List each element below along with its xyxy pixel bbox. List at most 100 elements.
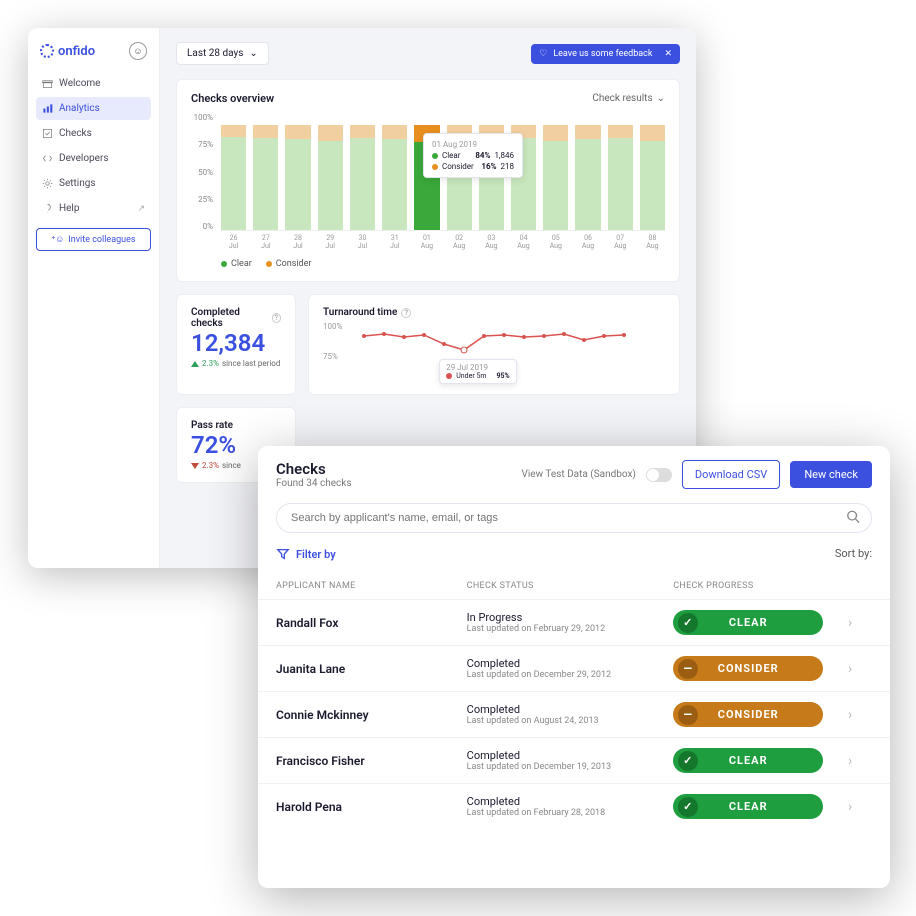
badge-label: CONSIDER (718, 708, 779, 721)
applicant-name: Randall Fox (276, 616, 467, 630)
x-tick: 31Jul (382, 233, 407, 253)
check-results-dropdown[interactable]: Check results ⌄ (592, 93, 665, 104)
feedback-label: Leave us some feedback (553, 49, 652, 59)
col-header-progress: CHECK PROGRESS (673, 581, 848, 591)
chart-y-axis: 100% 75% 50% 25% 0% (191, 113, 217, 231)
filter-button[interactable]: Filter by (276, 547, 336, 561)
chart-bar[interactable] (543, 113, 568, 230)
close-icon[interactable]: ✕ (664, 49, 672, 59)
table-row[interactable]: Francisco FisherCompletedLast updated on… (258, 737, 890, 783)
card-title: Turnaround time (323, 307, 397, 318)
x-tick: 29Jul (318, 233, 343, 253)
chart-bar[interactable] (382, 113, 407, 230)
progress-badge: ✓ CLEAR (673, 794, 823, 819)
status-updated: Last updated on February 29, 2012 (467, 624, 674, 634)
table-row[interactable]: Connie MckinneyCompletedLast updated on … (258, 691, 890, 737)
sort-dropdown[interactable]: Sort by: (835, 547, 872, 561)
tooltip-pct: 84% (475, 151, 490, 160)
invite-label: Invite colleagues (68, 235, 135, 245)
dot-icon (266, 261, 272, 267)
x-tick: 08Aug (640, 233, 665, 253)
sidebar-item-help[interactable]: Help ↗ (36, 197, 151, 220)
x-tick: 28Jul (285, 233, 310, 253)
status-updated: Last updated on December 19, 2013 (467, 762, 674, 772)
sidebar-item-welcome[interactable]: Welcome (36, 72, 151, 95)
status-text: Completed (467, 749, 674, 762)
table-row[interactable]: Juanita LaneCompletedLast updated on Dec… (258, 645, 890, 691)
spark-tooltip: 29 Jul 2019 Under 5m 95% (439, 359, 516, 384)
table-row[interactable]: Harold PenaCompletedLast updated on Febr… (258, 783, 890, 829)
sidebar-item-label: Settings (59, 178, 96, 189)
sidebar-item-label: Analytics (59, 103, 100, 114)
dot-icon (446, 373, 452, 379)
new-check-button[interactable]: New check (790, 461, 872, 488)
help-tooltip-icon[interactable]: ? (272, 313, 281, 323)
x-tick: 27Jul (253, 233, 278, 253)
brand-logo: onfido (40, 44, 95, 59)
chevron-down-icon: ⌄ (657, 93, 665, 104)
badge-label: CLEAR (729, 616, 768, 629)
chart-bar[interactable] (640, 113, 665, 230)
chart-bar[interactable] (285, 113, 310, 230)
sidebar-item-label: Checks (59, 128, 92, 139)
help-tooltip-icon[interactable]: ? (401, 308, 411, 318)
chart-bar[interactable] (318, 113, 343, 230)
chevron-down-icon: ⌄ (249, 48, 257, 59)
checks-list-window: Checks Found 34 checks View Test Data (S… (258, 446, 890, 888)
onfido-logo-icon (40, 44, 54, 58)
card-title: Pass rate (191, 420, 233, 431)
sandbox-toggle[interactable] (646, 468, 672, 482)
chart-bar[interactable] (608, 113, 633, 230)
status-text: Completed (467, 795, 674, 808)
status-text: Completed (467, 703, 674, 716)
code-icon (42, 153, 53, 164)
sidebar-item-settings[interactable]: Settings (36, 172, 151, 195)
check-icon: ✓ (678, 613, 698, 633)
progress-badge: ✓ CLEAR (673, 610, 823, 635)
filter-icon (276, 547, 290, 561)
badge-label: CONSIDER (718, 662, 779, 675)
x-tick: 01Aug (414, 233, 439, 253)
search-input[interactable] (276, 503, 872, 533)
sidebar-item-checks[interactable]: Checks (36, 122, 151, 145)
status-updated: Last updated on December 29, 2012 (467, 670, 674, 680)
results-count: Found 34 checks (276, 478, 352, 489)
chart-icon (42, 103, 53, 114)
sidebar-item-label: Welcome (59, 78, 100, 89)
chart-bar[interactable] (350, 113, 375, 230)
progress-badge: —CONSIDER (673, 702, 823, 727)
feedback-banner[interactable]: ♡ Leave us some feedback ✕ (531, 44, 680, 64)
applicant-name: Francisco Fisher (276, 754, 467, 768)
x-tick: 05Aug (543, 233, 568, 253)
download-csv-button[interactable]: Download CSV (682, 460, 780, 489)
chart-tooltip: 01 Aug 2019 Clear 84% 1,846 Consider 16%… (423, 133, 523, 178)
chart-bar[interactable] (253, 113, 278, 230)
checklist-icon (42, 128, 53, 139)
user-plus-icon: ⁺☺ (51, 234, 64, 245)
col-header-status: CHECK STATUS (467, 581, 674, 591)
invite-colleagues-button[interactable]: ⁺☺ Invite colleagues (36, 228, 151, 251)
applicant-name: Connie Mckinney (276, 708, 467, 722)
tooltip-date: 29 Jul 2019 (446, 363, 509, 372)
dot-icon (432, 153, 438, 159)
delta-value: 2.3% (202, 359, 219, 368)
delta-note: since (222, 461, 241, 470)
checks-overview-card: Checks overview Check results ⌄ 100% 75%… (176, 79, 680, 282)
chart-bar[interactable] (221, 113, 246, 230)
date-range-dropdown[interactable]: Last 28 days ⌄ (176, 42, 269, 65)
sidebar-item-analytics[interactable]: Analytics (36, 97, 151, 120)
check-icon: ✓ (678, 797, 698, 817)
y-tick: 25% (191, 195, 213, 204)
dot-icon (432, 164, 438, 170)
chart-legend: Clear Consider (221, 259, 665, 269)
user-avatar-icon[interactable]: ☺ (129, 42, 147, 60)
trend-down-icon (191, 463, 199, 469)
lightbulb-icon: ♡ (539, 49, 547, 59)
table-row[interactable]: Randall FoxIn ProgressLast updated on Fe… (258, 599, 890, 645)
badge-label: CLEAR (729, 800, 768, 813)
chart-bar[interactable] (575, 113, 600, 230)
check-icon: ✓ (678, 751, 698, 771)
turnaround-sparkline: 100% 75% 29 Jul 2019 (323, 322, 665, 382)
sidebar: onfido ☺ Welcome Analytics Checks Develo… (28, 28, 160, 568)
sidebar-item-developers[interactable]: Developers (36, 147, 151, 170)
